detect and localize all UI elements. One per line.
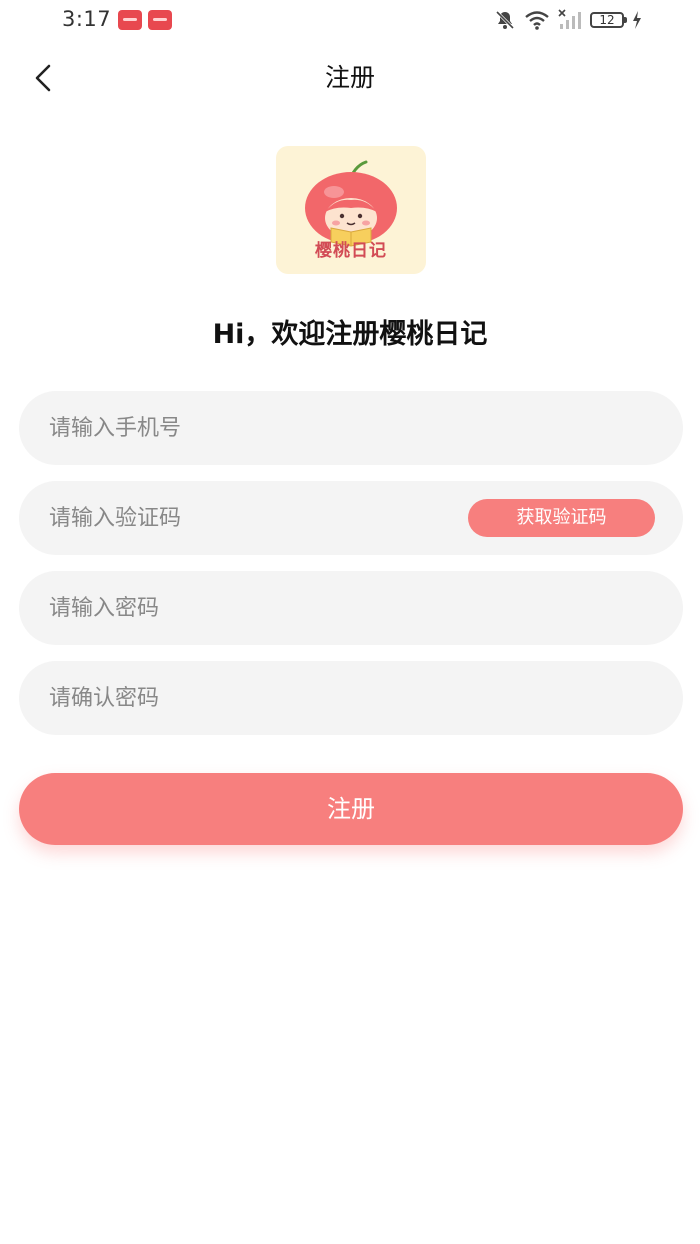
register-button[interactable]: 注册 xyxy=(19,773,683,845)
password-input[interactable] xyxy=(49,571,449,645)
app-notification-icon xyxy=(148,10,172,30)
muted-bell-icon xyxy=(495,10,515,30)
charging-icon xyxy=(633,11,641,29)
status-bar: 3:17 12 xyxy=(0,0,700,40)
app-notification-icon xyxy=(118,10,142,30)
get-code-button[interactable]: 获取验证码 xyxy=(468,499,655,537)
status-icons: 12 xyxy=(494,8,642,32)
welcome-heading: Hi，欢迎注册樱桃日记 xyxy=(212,319,488,350)
phone-input[interactable] xyxy=(49,391,449,465)
battery-icon: 12 xyxy=(590,12,627,28)
page-title: 注册 xyxy=(324,63,375,92)
code-field: 获取验证码 xyxy=(19,481,683,555)
status-time: 3:17 xyxy=(62,7,112,31)
signal-icon xyxy=(558,9,581,29)
app-logo: 樱桃日记 xyxy=(276,146,426,274)
confirm-password-field xyxy=(19,661,683,735)
nav-bar: 注册 xyxy=(0,48,700,104)
verification-code-input[interactable] xyxy=(49,481,449,555)
wifi-icon xyxy=(525,11,549,30)
confirm-password-input[interactable] xyxy=(49,661,449,735)
logo-text: 樱桃日记 xyxy=(315,241,387,261)
phone-field xyxy=(19,391,683,465)
password-field xyxy=(19,571,683,645)
